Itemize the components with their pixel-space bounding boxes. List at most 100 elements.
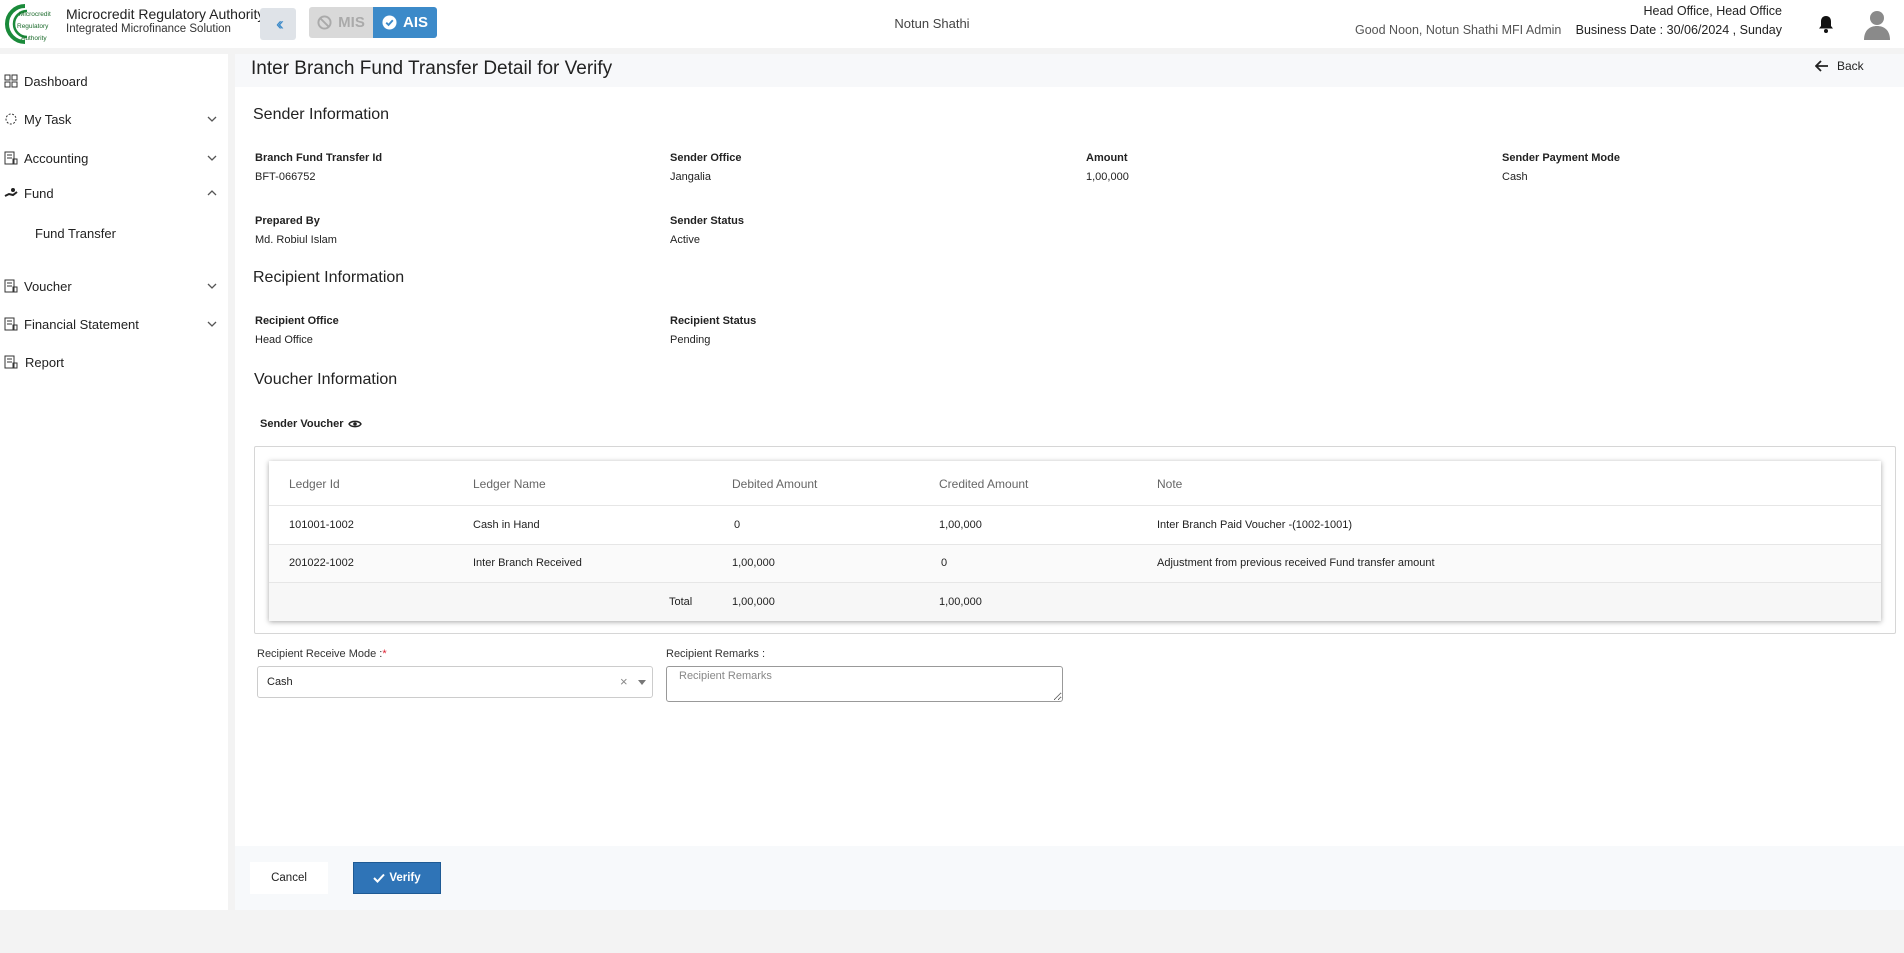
debited-amount-cell: 1,00,000 xyxy=(732,557,775,569)
sidebar-item-label: Accounting xyxy=(24,150,89,166)
notification-bell-icon[interactable] xyxy=(1817,14,1835,34)
back-button[interactable]: Back xyxy=(1815,59,1864,73)
sender-voucher-text: Sender Voucher xyxy=(260,418,344,430)
credited-amount-cell: 0 xyxy=(941,557,948,569)
sidebar-item-fund[interactable]: Fund xyxy=(0,178,228,208)
business-date: Business Date : 30/06/2024 , Sunday xyxy=(1575,23,1782,37)
hand-money-icon xyxy=(4,188,18,197)
chevron-down-icon xyxy=(207,116,217,122)
voucher-container: Ledger Id Ledger Name Debited Amount Cre… xyxy=(254,446,1896,634)
clear-icon[interactable]: × xyxy=(620,674,628,689)
recipient-office: Head Office xyxy=(255,334,313,346)
column-header: Credited Amount xyxy=(939,477,1029,491)
ledger-name-cell: Inter Branch Received xyxy=(473,557,582,569)
user-avatar-icon[interactable] xyxy=(1862,8,1892,40)
check-icon xyxy=(373,873,386,883)
sender-section-title: Sender Information xyxy=(253,106,390,123)
ledger-id-cell: 201022-1002 xyxy=(289,557,354,569)
chevron-down-icon xyxy=(207,155,217,161)
back-label: Back xyxy=(1837,59,1864,73)
amount: 1,00,000 xyxy=(1086,171,1129,183)
sidebar-item-accounting[interactable]: Accounting xyxy=(0,143,228,173)
chevron-up-icon xyxy=(207,190,217,196)
column-header: Ledger Id xyxy=(289,477,340,491)
column-header: Debited Amount xyxy=(732,477,818,491)
current-office: Head Office, Head Office xyxy=(1643,4,1782,18)
cancel-button[interactable]: Cancel xyxy=(250,862,328,894)
sidebar-item-label: Dashboard xyxy=(24,73,88,89)
grid-icon xyxy=(4,74,18,88)
page-title: Inter Branch Fund Transfer Detail for Ve… xyxy=(251,58,613,79)
ledger-name-cell: Cash in Hand xyxy=(473,519,540,531)
sidebar-item-label: Financial Statement xyxy=(24,316,139,332)
verify-button[interactable]: Verify xyxy=(353,862,441,894)
table-header-row: Ledger Id Ledger Name Debited Amount Cre… xyxy=(269,461,1881,506)
ledger-icon xyxy=(4,279,18,293)
table-row: 201022-1002 Inter Branch Received 1,00,0… xyxy=(269,545,1881,583)
sender-payment-mode: Cash xyxy=(1502,171,1528,183)
voucher-table: Ledger Id Ledger Name Debited Amount Cre… xyxy=(269,461,1881,621)
field-label: Recipient Office xyxy=(255,315,339,327)
spinner-icon xyxy=(5,113,17,125)
sidebar-item-my-task[interactable]: My Task xyxy=(0,104,228,134)
debited-amount-cell: 0 xyxy=(734,519,741,531)
sidebar-item-label: Voucher xyxy=(24,278,72,294)
sidebar-item-financial-statement[interactable]: Financial Statement xyxy=(0,309,228,339)
report-icon xyxy=(4,355,18,369)
remarks-input[interactable] xyxy=(666,666,1063,702)
field-label: Branch Fund Transfer Id xyxy=(255,152,383,164)
sender-status: Active xyxy=(670,234,700,246)
field-label: Sender Status xyxy=(670,215,744,227)
prepared-by: Md. Robiul Islam xyxy=(255,234,337,246)
ledger-id-cell: 101001-1002 xyxy=(289,519,354,531)
ledger-icon xyxy=(4,151,18,165)
form-footer: Cancel Verify xyxy=(235,846,1904,910)
total-debit: 1,00,000 xyxy=(732,596,775,608)
recipient-status: Pending xyxy=(670,334,711,346)
field-label: Sender Payment Mode xyxy=(1502,152,1620,164)
sidebar-item-dashboard[interactable]: Dashboard xyxy=(0,66,228,96)
sidebar-item-label: Report xyxy=(25,354,65,370)
note-cell: Adjustment from previous received Fund t… xyxy=(1157,557,1435,569)
chevron-down-icon xyxy=(207,321,217,327)
sidebar-item-label: Fund xyxy=(24,185,54,201)
receive-mode-select[interactable]: Cash × xyxy=(257,666,653,698)
table-total-row: Total 1,00,000 1,00,000 xyxy=(269,583,1881,621)
field-label: Amount xyxy=(1086,152,1128,164)
eye-icon[interactable] xyxy=(347,419,362,429)
column-header: Note xyxy=(1157,477,1183,491)
caret-down-icon[interactable] xyxy=(638,680,646,685)
total-label: Total xyxy=(669,596,693,608)
total-credit: 1,00,000 xyxy=(939,596,982,608)
receive-mode-value: Cash xyxy=(267,676,293,688)
sender-office: Jangalia xyxy=(670,171,711,183)
required-mark: * xyxy=(382,648,387,660)
verify-label: Verify xyxy=(389,872,421,884)
branch-fund-transfer-id: BFT-066752 xyxy=(255,171,316,183)
top-header: Microcredit Regulatory Authority Microcr… xyxy=(0,0,1904,48)
voucher-section-title: Voucher Information xyxy=(254,371,398,388)
main-content: Inter Branch Fund Transfer Detail for Ve… xyxy=(235,54,1904,910)
recipient-section-title: Recipient Information xyxy=(253,269,405,286)
sidebar-subitem-fund-transfer[interactable]: Fund Transfer xyxy=(35,226,116,241)
remarks-label: Recipient Remarks : xyxy=(666,648,766,660)
sidebar-item-label: My Task xyxy=(24,111,72,127)
logo-text-3: Authority xyxy=(21,35,47,42)
note-cell: Inter Branch Paid Voucher -(1002-1001) xyxy=(1157,519,1353,531)
sidebar-item-report[interactable]: Report xyxy=(0,347,228,377)
field-label: Recipient Status xyxy=(670,315,757,327)
field-label: Prepared By xyxy=(255,215,320,227)
user-greeting: Good Noon, Notun Shathi MFI Admin xyxy=(1355,23,1562,37)
sidebar: Dashboard My Task Accounting Fund Fund T… xyxy=(0,54,228,910)
receive-mode-label-text: Recipient Receive Mode : xyxy=(257,648,383,660)
sender-voucher-label: Sender Voucher xyxy=(260,418,362,430)
sidebar-item-voucher[interactable]: Voucher xyxy=(0,271,228,301)
page-header: Inter Branch Fund Transfer Detail for Ve… xyxy=(235,54,1904,87)
receive-mode-label: Recipient Receive Mode :* xyxy=(257,648,387,660)
ledger-icon xyxy=(4,317,18,331)
credited-amount-cell: 1,00,000 xyxy=(939,519,982,531)
field-label: Sender Office xyxy=(670,152,742,164)
arrow-left-icon xyxy=(1815,60,1828,72)
column-header: Ledger Name xyxy=(473,477,546,491)
table-row: 101001-1002 Cash in Hand 0 1,00,000 Inte… xyxy=(269,506,1881,545)
